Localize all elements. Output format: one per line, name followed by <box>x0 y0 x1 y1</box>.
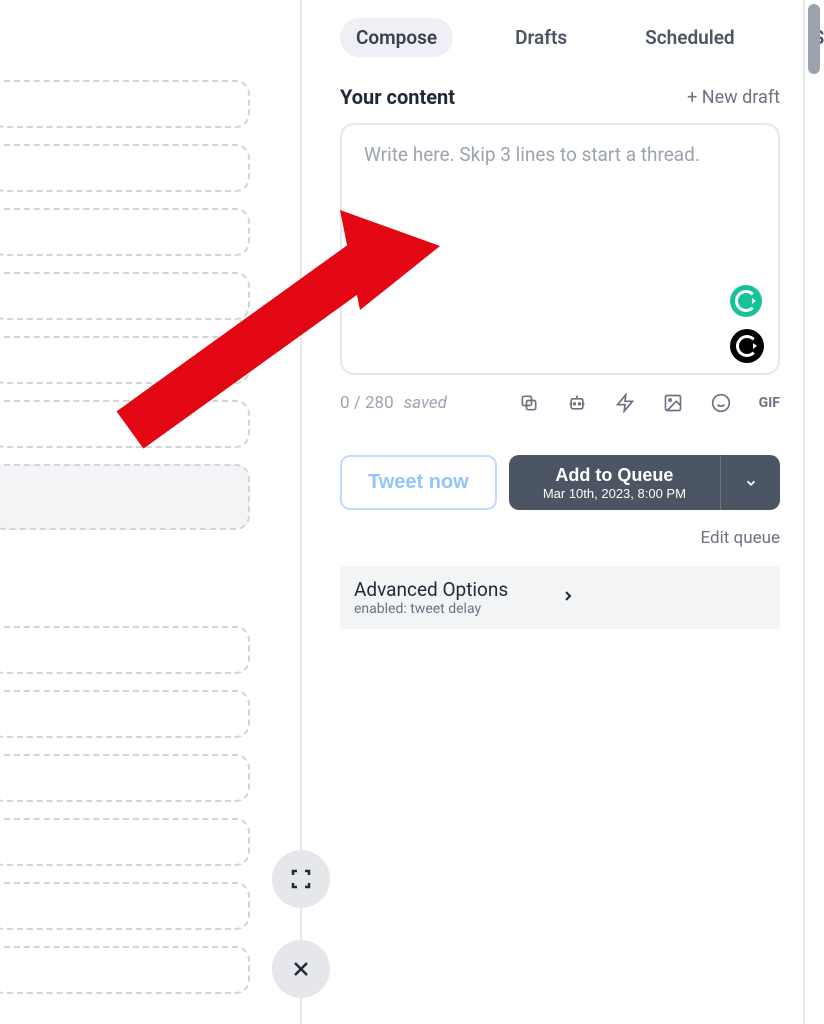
advanced-options-toggle[interactable]: Advanced Options enabled: tweet delay <box>340 566 780 629</box>
content-header: Your content + New draft <box>340 85 780 109</box>
edit-queue-link[interactable]: Edit queue <box>340 528 780 548</box>
tweet-now-button[interactable]: Tweet now <box>340 455 497 510</box>
chevron-right-icon <box>560 588 576 608</box>
content-title: Your content <box>340 85 455 109</box>
queue-slot[interactable] <box>0 272 250 320</box>
queue-slot[interactable] <box>0 626 250 674</box>
queue-slot[interactable] <box>0 336 250 384</box>
advanced-subtitle: enabled: tweet delay <box>354 601 508 617</box>
add-queue-date: Mar 10th, 2023, 8:00 PM <box>543 486 686 501</box>
queue-slot-active[interactable] <box>0 464 250 530</box>
copy-icon[interactable] <box>519 393 539 413</box>
add-to-queue-button[interactable]: Add to Queue Mar 10th, 2023, 8:00 PM <box>509 455 720 510</box>
close-icon <box>289 957 313 981</box>
tab-drafts[interactable]: Drafts <box>499 18 583 57</box>
close-button[interactable] <box>272 940 330 998</box>
expand-icon <box>289 867 313 891</box>
button-row: Tweet now Add to Queue Mar 10th, 2023, 8… <box>340 455 780 510</box>
composer-placeholder: Write here. Skip 3 lines to start a thre… <box>364 143 756 166</box>
grammarly-icon[interactable] <box>730 285 762 317</box>
queue-slot[interactable] <box>0 144 250 192</box>
queue-dropdown-button[interactable] <box>720 455 780 510</box>
tab-scheduled[interactable]: Scheduled <box>629 18 751 57</box>
chevron-down-icon <box>744 476 758 490</box>
queue-slot[interactable] <box>0 818 250 866</box>
char-count: 0 / 280 <box>340 393 394 413</box>
queue-slot[interactable] <box>0 754 250 802</box>
queue-slot[interactable] <box>0 690 250 738</box>
robot-icon[interactable] <box>567 393 587 413</box>
queue-slot[interactable] <box>0 946 250 994</box>
tab-compose[interactable]: Compose <box>340 18 453 57</box>
queue-slot[interactable] <box>0 208 250 256</box>
scroll-track <box>803 0 805 1024</box>
advanced-title: Advanced Options <box>354 578 508 601</box>
new-draft-button[interactable]: + New draft <box>687 87 780 108</box>
add-queue-label: Add to Queue <box>555 465 673 486</box>
queue-slot[interactable] <box>0 80 250 128</box>
composer-textarea[interactable]: Write here. Skip 3 lines to start a thre… <box>340 123 780 375</box>
counter-row: 0 / 280 saved GIF <box>340 393 780 413</box>
queue-slot[interactable] <box>0 882 250 930</box>
sidebar-queue-list <box>0 0 250 1024</box>
expand-button[interactable] <box>272 850 330 908</box>
image-icon[interactable] <box>663 393 683 413</box>
lightning-icon[interactable] <box>615 393 635 413</box>
grammarly-dark-icon[interactable] <box>730 329 764 363</box>
tabs: Compose Drafts Scheduled Sent <box>340 18 780 57</box>
gif-button[interactable]: GIF <box>759 395 780 411</box>
saved-status: saved <box>404 393 447 413</box>
emoji-icon[interactable] <box>711 393 731 413</box>
queue-slot[interactable] <box>0 400 250 448</box>
scrollbar-thumb[interactable] <box>808 4 820 74</box>
main-panel: Compose Drafts Scheduled Sent Your conte… <box>340 18 780 629</box>
